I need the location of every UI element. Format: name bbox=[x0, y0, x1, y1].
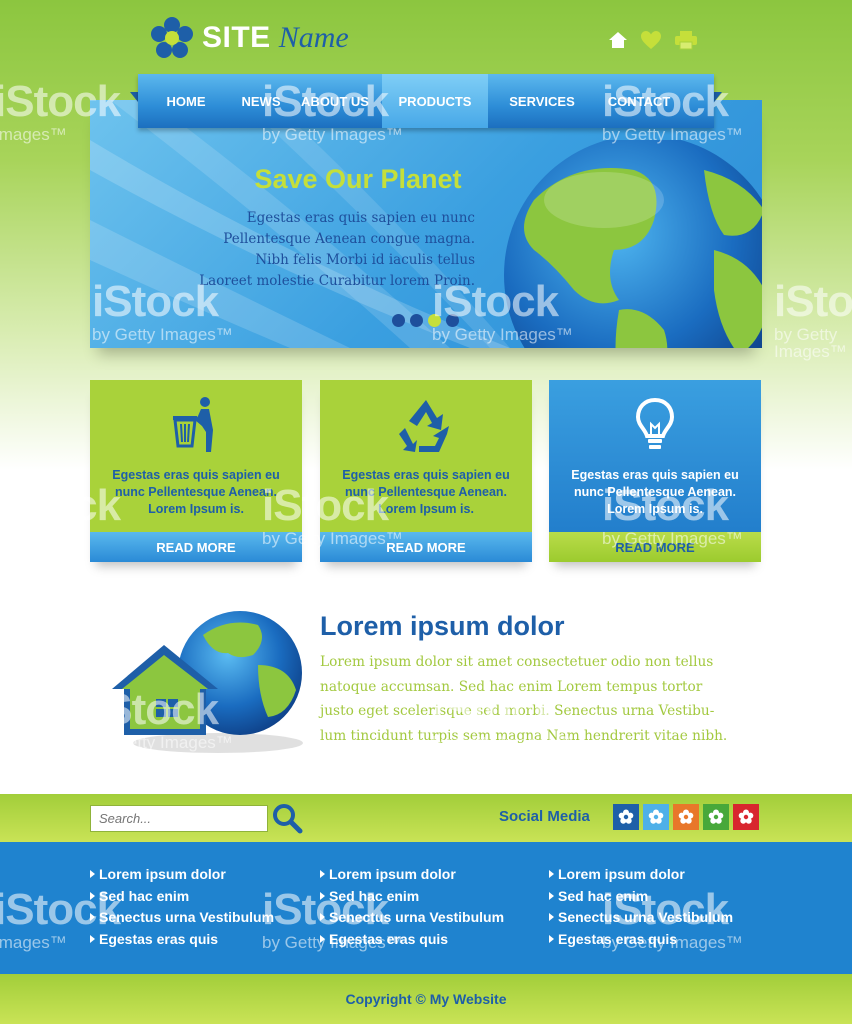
footer-link[interactable]: Senectus urna Vestibulum bbox=[90, 907, 274, 929]
earth-globe-icon bbox=[504, 140, 762, 348]
social-media-button[interactable] bbox=[703, 804, 729, 830]
content-line: lum tincidunt turpis sem magna Nam hendr… bbox=[320, 727, 728, 744]
content-paragraph: Lorem ipsum dolor sit amet consectetuer … bbox=[320, 650, 770, 748]
content-line: natoque accumsan. Sed hac enim Lorem tem… bbox=[320, 678, 703, 695]
slider-dot-active[interactable] bbox=[428, 314, 441, 327]
content-title: Lorem ipsum dolor bbox=[320, 611, 565, 641]
read-more-button[interactable]: READ MORE bbox=[549, 532, 761, 562]
feature-card: Egestas eras quis sapien eu nunc Pellent… bbox=[320, 380, 532, 562]
nav-ribbon-fold-right bbox=[714, 92, 722, 102]
logo-site-text: SITE bbox=[202, 21, 271, 54]
trash-bin-icon bbox=[173, 397, 213, 452]
light-bulb-icon bbox=[635, 397, 675, 449]
hero-text-line: Nibh felis Morbi id iaculis tellus bbox=[255, 252, 475, 268]
nav-item-news[interactable]: NEWS bbox=[234, 74, 288, 128]
footer-link[interactable]: Egestas eras quis bbox=[90, 929, 274, 951]
copyright-text: Copyright © My Website bbox=[345, 991, 507, 1007]
watermark: iStockby Getty Images™ bbox=[774, 685, 852, 769]
social-media-button[interactable] bbox=[673, 804, 699, 830]
footer-link[interactable]: Lorem ipsum dolor bbox=[549, 864, 733, 886]
footer-link[interactable]: Egestas eras quis bbox=[549, 929, 733, 951]
flower-logo-icon bbox=[151, 17, 193, 58]
content-line: justo eget scelerisque sed morbi. Senect… bbox=[320, 703, 715, 719]
content-line: Lorem ipsum dolor sit amet consectetuer … bbox=[320, 654, 714, 670]
footer-link[interactable]: Senectus urna Vestibulum bbox=[549, 907, 733, 929]
flower-icon bbox=[708, 809, 724, 824]
feature-card-text: Egestas eras quis sapien eu nunc Pellent… bbox=[112, 468, 280, 516]
footer-link[interactable]: Lorem ipsum dolor bbox=[320, 864, 504, 886]
slider-dot[interactable] bbox=[446, 314, 459, 327]
footer-link[interactable]: Sed hac enim bbox=[90, 886, 274, 908]
footer-link[interactable]: Sed hac enim bbox=[549, 886, 733, 908]
search-icon[interactable] bbox=[271, 802, 303, 834]
eco-house-globe-icon bbox=[112, 611, 303, 753]
hero-text: Egestas eras quis sapien eu nunc Pellent… bbox=[190, 208, 475, 292]
read-more-button[interactable]: READ MORE bbox=[320, 532, 532, 562]
feature-card: Egestas eras quis sapien eu nunc Pellent… bbox=[549, 380, 761, 562]
flower-icon bbox=[648, 809, 664, 824]
footer-link[interactable]: Senectus urna Vestibulum bbox=[320, 907, 504, 929]
hero-text-line: Egestas eras quis sapien eu nunc bbox=[246, 210, 475, 226]
nav-item-home[interactable]: HOME bbox=[138, 74, 234, 128]
feature-card: Egestas eras quis sapien eu nunc Pellent… bbox=[90, 380, 302, 562]
nav-item-services[interactable]: SERVICES bbox=[488, 74, 596, 128]
hero-title: Save Our Planet bbox=[254, 164, 462, 194]
footer-link[interactable]: Lorem ipsum dolor bbox=[90, 864, 274, 886]
main-navigation: HOME NEWS ABOUT US PRODUCTS SERVICES CON… bbox=[138, 74, 714, 128]
printer-icon[interactable] bbox=[674, 30, 698, 50]
flower-icon bbox=[738, 809, 754, 824]
search-input[interactable] bbox=[90, 805, 268, 832]
hero-text-line: Laoreet molestie Curabitur lorem Proin. bbox=[199, 273, 475, 289]
slider-dot[interactable] bbox=[410, 314, 423, 327]
recycle-icon bbox=[399, 400, 449, 452]
social-media-button[interactable] bbox=[613, 804, 639, 830]
watermark: iStockby Getty Images™ bbox=[774, 277, 852, 361]
nav-ribbon-fold-left bbox=[130, 92, 138, 102]
links-column: Lorem ipsum dolor Sed hac enim Senectus … bbox=[549, 864, 733, 950]
hero-text-line: Pellentesque Aenean congue magna. bbox=[223, 231, 475, 247]
header-icons bbox=[608, 30, 698, 50]
links-column: Lorem ipsum dolor Sed hac enim Senectus … bbox=[320, 864, 504, 950]
social-media-label: Social Media bbox=[499, 808, 590, 825]
feature-card-text: Egestas eras quis sapien eu nunc Pellent… bbox=[342, 468, 510, 516]
footer-link[interactable]: Egestas eras quis bbox=[320, 929, 504, 951]
heart-icon[interactable] bbox=[640, 30, 662, 50]
nav-item-products[interactable]: PRODUCTS bbox=[382, 74, 488, 128]
slider-pagination bbox=[392, 314, 459, 327]
nav-item-contact[interactable]: CONTACT bbox=[596, 74, 682, 128]
hero-slider: Save Our Planet Egestas eras quis sapien… bbox=[90, 100, 762, 348]
social-media-button[interactable] bbox=[643, 804, 669, 830]
site-logo[interactable]: SITE Name bbox=[150, 14, 349, 62]
flower-icon bbox=[678, 809, 694, 824]
flower-icon bbox=[618, 809, 634, 824]
links-column: Lorem ipsum dolor Sed hac enim Senectus … bbox=[90, 864, 274, 950]
footer-link[interactable]: Sed hac enim bbox=[320, 886, 504, 908]
home-icon[interactable] bbox=[608, 30, 628, 50]
social-media-button[interactable] bbox=[733, 804, 759, 830]
read-more-button[interactable]: READ MORE bbox=[90, 532, 302, 562]
social-icons bbox=[613, 804, 759, 830]
feature-card-text: Egestas eras quis sapien eu nunc Pellent… bbox=[571, 468, 739, 516]
logo-name-text: Name bbox=[278, 21, 349, 54]
nav-item-about-us[interactable]: ABOUT US bbox=[288, 74, 382, 128]
footer: Copyright © My Website bbox=[0, 974, 852, 1024]
slider-dot[interactable] bbox=[392, 314, 405, 327]
